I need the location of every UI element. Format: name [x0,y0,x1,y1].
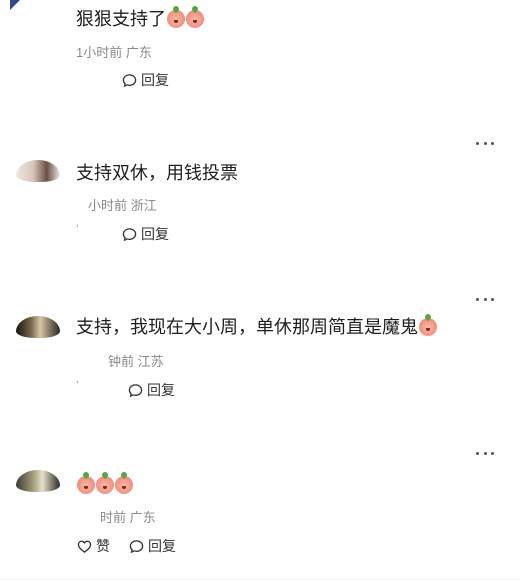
peach-emoji-icon [96,476,114,494]
reply-button[interactable]: 回复 [122,224,169,244]
peach-emoji-icon [77,476,95,494]
peach-emoji-icon [167,10,185,28]
comment-bubble-icon [129,539,144,553]
comment-item: 狠狠支持了 1小时前 广东 回复 [0,0,520,100]
peach-emoji-icon [115,476,133,494]
peach-emoji-icon [419,318,437,336]
comment-meta: 时前 广东 [100,510,156,525]
comment-text: 支持，我现在大小周，单休那周简直是魔鬼 [76,315,437,339]
comment-meta: 小时前 浙江 [88,198,157,213]
reply-label: 回复 [141,72,169,88]
user-avatar[interactable] [16,470,60,492]
partial-mark: ‘ [76,222,79,236]
like-button[interactable]: 赞 [77,536,110,556]
partial-mark: ‘ [76,378,79,392]
comment-meta: 1小时前 广东 [76,45,152,60]
comment-bubble-icon [128,383,143,397]
reply-button[interactable]: 回复 [128,380,175,400]
comment-bubble-icon [122,73,137,87]
comment-text: 狠狠支持了 [76,7,204,31]
reply-button[interactable]: 回复 [122,70,169,90]
comment-text [76,473,133,497]
more-options-button[interactable] [476,140,494,146]
user-avatar[interactable] [16,316,60,338]
reply-button[interactable]: 回复 [129,536,176,556]
reply-label: 回复 [148,538,176,554]
comment-item: 支持双休，用钱投票 小时前 浙江 ‘ 回复 [0,130,520,260]
more-options-button[interactable] [476,296,494,302]
like-label: 赞 [96,538,110,554]
comment-item: 时前 广东 赞 回复 [0,440,520,580]
reply-label: 回复 [141,226,169,242]
heart-outline-icon [77,540,92,553]
comment-meta: 钟前 江苏 [108,354,164,369]
peach-emoji-icon [186,10,204,28]
user-avatar[interactable] [16,160,60,182]
comment-bubble-icon [122,227,137,241]
reply-label: 回复 [147,382,175,398]
more-options-button[interactable] [476,450,494,456]
comment-item: 支持，我现在大小周，单休那周简直是魔鬼 钟前 江苏 ‘ 回复 [0,286,520,426]
comment-text: 支持双休，用钱投票 [76,163,238,183]
user-avatar[interactable] [0,0,26,18]
